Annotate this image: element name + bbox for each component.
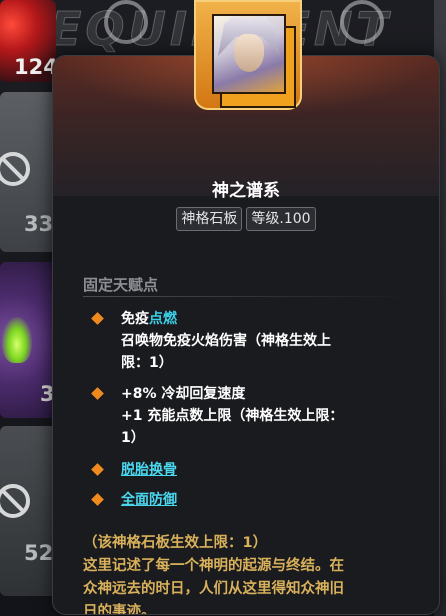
slot-count: 124 — [14, 55, 56, 79]
talent-desc-line: 1） — [121, 430, 145, 446]
item-icon-frame — [194, 0, 302, 110]
talent-desc-line: +1 充能点数上限（神格生效上限： — [121, 408, 344, 424]
talent-desc-line: +8% 冷却回复速度 — [121, 386, 246, 402]
talent-desc-line: 限：1） — [121, 355, 173, 371]
diamond-bullet-icon — [91, 387, 104, 400]
item-tags: 神格石板 等级.100 — [53, 207, 439, 231]
talent-link-rebirth[interactable]: 脱胎换骨 — [121, 462, 177, 478]
slot-count: 52 — [24, 541, 54, 565]
portrait-face — [234, 34, 264, 72]
talent-entry: 全面防御 — [91, 489, 413, 511]
talent-entry: +8% 冷却回复速度 +1 充能点数上限（神格生效上限： 1） — [91, 383, 413, 449]
section-title: 固定天赋点 — [83, 276, 159, 294]
talent-link-full-defense[interactable]: 全面防御 — [121, 492, 177, 508]
talent-name: 免疫 — [121, 311, 149, 327]
green-flame-icon — [2, 317, 32, 363]
ban-icon — [0, 484, 30, 518]
lore-line: 这里记述了每一个神明的起源与终结。在 — [83, 558, 344, 574]
inventory-slot[interactable]: 52 — [0, 426, 56, 596]
diamond-bullet-icon — [91, 463, 104, 476]
talent-desc-line: 召唤物免疫火焰伤害（神格生效上 — [121, 333, 331, 349]
talent-entry: 免疫点燃 召唤物免疫火焰伤害（神格生效上 限：1） — [91, 308, 413, 374]
lore-line: （该神格石板生效上限：1） — [83, 535, 268, 551]
ban-icon — [0, 152, 30, 186]
item-level-tag: 等级.100 — [246, 207, 316, 231]
item-tooltip: 神之谱系 神格石板 等级.100 固定天赋点 免疫点燃 召唤物免疫火焰伤害（神格… — [52, 55, 440, 615]
lore-line: 众神远去的时日，人们从这里得知众神旧 — [83, 581, 344, 597]
diamond-bullet-icon — [91, 312, 104, 325]
item-title: 神之谱系 — [212, 181, 280, 201]
lore-line: 日的事迹。 — [83, 604, 156, 615]
lore-text: （该神格石板生效上限：1） 这里记述了每一个神明的起源与终结。在 众神远去的时日… — [83, 532, 417, 615]
keyword-ignite: 点燃 — [149, 311, 177, 327]
diamond-bullet-icon — [91, 493, 104, 506]
inventory-slot[interactable]: 33 — [0, 92, 56, 252]
background-ban-icon — [104, 0, 148, 44]
inventory-slot[interactable]: 124 — [0, 0, 56, 82]
god-portrait-icon — [212, 14, 286, 94]
inventory-slot[interactable]: 3 — [0, 262, 56, 418]
section-divider — [83, 296, 413, 297]
talent-entry: 脱胎换骨 — [91, 459, 413, 481]
background-ban-icon — [340, 0, 384, 44]
slot-count: 33 — [24, 212, 54, 236]
item-type-tag: 神格石板 — [176, 207, 243, 231]
screen: EQUIPMENT 124 33 3 52 神之谱系 神格石板 等级.100 固… — [0, 0, 446, 616]
